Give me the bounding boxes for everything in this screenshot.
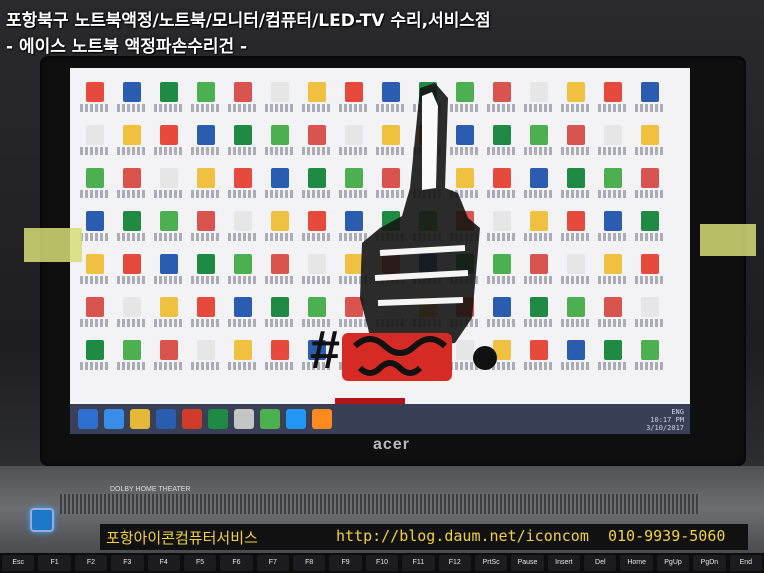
tray-date: 3/10/2017 — [646, 424, 684, 432]
folder-icon[interactable] — [130, 409, 150, 429]
dolby-label: DOLBY HOME THEATER — [110, 486, 191, 493]
watermark-banner: 포항아이콘컴퓨터서비스 http://blog.daum.net/iconcom… — [100, 524, 748, 550]
firefox-icon[interactable] — [312, 409, 332, 429]
key-f4[interactable]: F4 — [147, 555, 180, 571]
shop-name: 포항아이콘컴퓨터서비스 — [106, 529, 258, 547]
key-f12[interactable]: F12 — [438, 555, 471, 571]
key-esc[interactable]: Esc — [2, 555, 35, 571]
ie-icon[interactable] — [104, 409, 124, 429]
tray-time: 10:17 PM — [650, 416, 684, 424]
app-icon[interactable] — [234, 409, 254, 429]
power-button[interactable] — [30, 508, 54, 532]
key-f1[interactable]: F1 — [38, 555, 71, 571]
key-f2[interactable]: F2 — [74, 555, 108, 571]
excel-icon[interactable] — [208, 409, 228, 429]
chrome-icon[interactable] — [260, 409, 280, 429]
key-home[interactable]: Home — [620, 555, 653, 571]
key-f7[interactable]: F7 — [256, 555, 290, 571]
key-f6[interactable]: F6 — [220, 555, 253, 571]
key-pause-break[interactable]: Pause Break — [511, 555, 544, 571]
photo-scene: 포항북구 노트북액정/노트북/모니터/컴퓨터/LED-TV 수리,서비스점 - … — [0, 0, 764, 573]
key-insert[interactable]: Insert — [547, 555, 581, 571]
speaker-grille — [60, 494, 700, 514]
key-prtsc[interactable]: PrtSc — [474, 555, 508, 571]
laptop-screen: # ENG 10:17 PM 3/10/2017 — [70, 68, 690, 434]
graffiti-hand-artwork: # — [310, 83, 497, 424]
system-tray-clock[interactable]: ENG 10:17 PM 3/10/2017 — [646, 408, 684, 432]
key-f11[interactable]: F11 — [402, 555, 435, 571]
tray-language: ENG — [671, 408, 684, 416]
graffiti-dot — [473, 346, 497, 370]
start-icon[interactable] — [78, 409, 98, 429]
key-f9[interactable]: F9 — [329, 555, 362, 571]
caption-line-2: - 에이스 노트북 액정파손수리건 - — [6, 37, 248, 57]
caption-line-1: 포항북구 노트북액정/노트북/모니터/컴퓨터/LED-TV 수리,서비스점 — [6, 11, 491, 31]
phone-number: 010-9939-5060 — [608, 527, 726, 545]
key-pgdn[interactable]: PgDn — [693, 555, 726, 571]
acer-logo: acer — [373, 436, 410, 453]
finger-silhouette — [360, 83, 480, 350]
windows-taskbar: ENG 10:17 PM 3/10/2017 — [70, 404, 690, 434]
key-f10[interactable]: F10 — [365, 555, 399, 571]
keyboard-function-row: Esc F1 F2 F3 F4 F5 F6 F7 F8 F9 F10 F11 F12 PrtSc Pause… — [0, 553, 764, 573]
key-f5[interactable]: F5 — [183, 555, 217, 571]
key-pgup[interactable]: PgUp — [656, 555, 690, 571]
blog-url: http://blog.daum.net/iconcom — [336, 527, 589, 545]
graffiti-hash-text: # — [310, 320, 340, 380]
key-f3[interactable]: F3 — [111, 555, 144, 571]
key-end[interactable]: End — [729, 555, 762, 571]
edge-icon[interactable] — [286, 409, 306, 429]
powerpoint-icon[interactable] — [182, 409, 202, 429]
tape-right — [700, 224, 756, 256]
finger-highlight — [422, 92, 438, 190]
key-f8[interactable]: F8 — [293, 555, 326, 571]
key-del[interactable]: Del — [584, 555, 617, 571]
word-icon[interactable] — [156, 409, 176, 429]
tape-left — [24, 228, 82, 262]
